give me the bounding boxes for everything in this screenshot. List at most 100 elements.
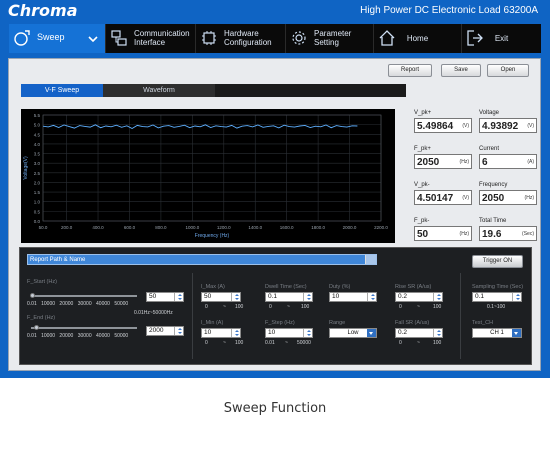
browse-button[interactable] — [365, 255, 376, 264]
measure-value-box: 6 (A) — [479, 154, 537, 169]
measure-unit: (V) — [462, 195, 469, 201]
rise-sr-spinner[interactable] — [433, 293, 442, 301]
f-step-input[interactable]: 10 — [265, 328, 313, 338]
measure-fpk-plus: F_pk+ 2050 (Hz) — [414, 145, 472, 169]
f-start-input[interactable]: 50 — [146, 292, 184, 302]
measure-voltage: Voltage 4.93892 (V) — [479, 109, 537, 133]
f-step-min: 0.01 — [265, 340, 275, 346]
voltage-series-line — [42, 124, 358, 130]
measure-value-box: 4.93892 (V) — [479, 118, 537, 133]
sampling-input[interactable]: 0.1 — [472, 292, 522, 302]
measure-frequency: Frequency 2050 (Hz) — [479, 181, 537, 205]
nav-hardware-button[interactable]: Hardware Configuration — [196, 24, 286, 53]
measure-label: Current — [479, 146, 500, 152]
fall-sr-input[interactable]: 0.2 — [395, 328, 443, 338]
rise-sr-min: 0 — [399, 304, 402, 310]
range-label: Range — [329, 320, 346, 326]
x-tick-label: 400.0 — [92, 225, 104, 230]
f-end-spinner[interactable] — [174, 327, 183, 335]
measure-value: 4.93892 — [482, 121, 519, 132]
nav-sweep-label: Sweep — [37, 32, 65, 42]
measure-unit: (Sec) — [522, 231, 534, 237]
fall-sr-spinner[interactable] — [433, 329, 442, 337]
nav-hardware-line2: Configuration — [224, 38, 272, 47]
i-max-max: 100 — [235, 304, 244, 310]
f-step-label: F_Step (Hz) — [265, 320, 295, 326]
open-button[interactable]: Open — [487, 64, 529, 77]
i-max-spinner[interactable] — [231, 293, 240, 301]
i-max-input[interactable]: 50 — [201, 292, 241, 302]
nav-communication-button[interactable]: Communication Interface — [106, 24, 196, 53]
measure-value-box: 50 (Hz) — [414, 226, 472, 241]
f-step-spinner[interactable] — [303, 329, 312, 337]
test-ch-select[interactable]: CH 1 — [472, 328, 522, 338]
y-tick-label: 1.5 — [34, 190, 41, 195]
measure-label: V_pk+ — [414, 110, 432, 116]
nav-exit-button[interactable]: Exit — [462, 24, 541, 53]
y-tick-label: 5.5 — [34, 113, 41, 118]
trigger-on-button[interactable]: Trigger ON — [472, 255, 523, 268]
measure-value: 50 — [417, 229, 429, 240]
chevron-down-icon[interactable] — [367, 329, 376, 337]
duty-input[interactable]: 10 — [329, 292, 377, 302]
product-name: High Power DC Electronic Load 63200A — [360, 5, 538, 16]
measure-vpk-minus: V_pk- 4.50147 (V) — [414, 181, 472, 205]
nav-home-button[interactable]: Home — [374, 24, 462, 53]
rise-sr-input[interactable]: 0.2 — [395, 292, 443, 302]
x-tick-label: 200.0 — [61, 225, 73, 230]
i-min-spinner[interactable] — [231, 329, 240, 337]
scale-tick: 20000 — [59, 301, 74, 307]
scale-tick: 0.01 — [27, 301, 37, 307]
measure-label: V_pk- — [414, 182, 430, 188]
chevron-down-icon[interactable] — [87, 33, 99, 45]
chart-svg: 5.5 5.0 4.5 4.0 3.5 3.0 2.5 2.0 1.5 1.0 0.5 0.050.0… — [23, 113, 388, 239]
dwell-max: 100 — [301, 304, 310, 310]
tab-vf-sweep[interactable]: V-F Sweep — [21, 84, 103, 97]
duty-spinner[interactable] — [367, 293, 376, 301]
scale-tick: 30000 — [77, 333, 92, 339]
sampling-spinner[interactable] — [512, 293, 521, 301]
measure-label: Frequency — [479, 182, 508, 188]
f-end-slider-handle[interactable] — [34, 325, 39, 330]
y-tick-label: 3.5 — [34, 152, 41, 157]
scale-tick: 30000 — [77, 301, 92, 307]
save-button[interactable]: Save — [441, 64, 481, 77]
fall-sr-tilde: ~ — [417, 340, 420, 346]
i-max-tilde: ~ — [223, 304, 226, 310]
range-select[interactable]: Low — [329, 328, 377, 338]
tab-waveform[interactable]: Waveform — [103, 84, 215, 97]
f-start-slider[interactable] — [31, 295, 137, 297]
measure-value-box: 2050 (Hz) — [414, 154, 472, 169]
caption: Sweep Function — [223, 401, 327, 416]
x-tick-label: 2000.0 — [343, 225, 357, 230]
f-start-slider-handle[interactable] — [30, 293, 35, 298]
rise-sr-max: 100 — [433, 304, 442, 310]
f-start-spinner[interactable] — [174, 293, 183, 301]
sampling-value: 0.1 — [475, 293, 485, 300]
i-max-value: 50 — [204, 293, 212, 300]
dwell-spinner[interactable] — [303, 293, 312, 301]
scale-tick: 40000 — [96, 333, 110, 339]
measure-value: 5.49864 — [417, 121, 454, 132]
i-min-input[interactable]: 10 — [201, 328, 241, 338]
x-tick-label: 50.0 — [39, 225, 48, 230]
nav-parameter-button[interactable]: Parameter Setting — [286, 24, 374, 53]
y-axis-label: Voltage(V) — [23, 156, 29, 180]
report-button[interactable]: Report — [388, 64, 432, 77]
report-path-input[interactable]: Report Path & Name — [27, 254, 377, 265]
f-end-input[interactable]: 2000 — [146, 326, 184, 336]
i-min-value: 10 — [204, 329, 212, 336]
dwell-tilde: ~ — [287, 304, 290, 310]
measure-unit: (V) — [527, 123, 534, 129]
measure-value: 2050 — [482, 193, 505, 204]
nav-sweep-button[interactable]: Sweep — [9, 24, 106, 53]
chevron-down-icon[interactable] — [512, 329, 521, 337]
sampling-label: Sampling Time (Sec) — [472, 284, 524, 290]
measure-current: Current 6 (A) — [479, 145, 537, 169]
range-value: Low — [347, 330, 359, 336]
f-start-label: F_Start (Hz) — [27, 279, 57, 285]
gear-icon — [292, 31, 306, 45]
f-end-slider[interactable] — [31, 327, 137, 329]
dwell-input[interactable]: 0.1 — [265, 292, 313, 302]
y-tick-label: 0.5 — [34, 209, 41, 214]
